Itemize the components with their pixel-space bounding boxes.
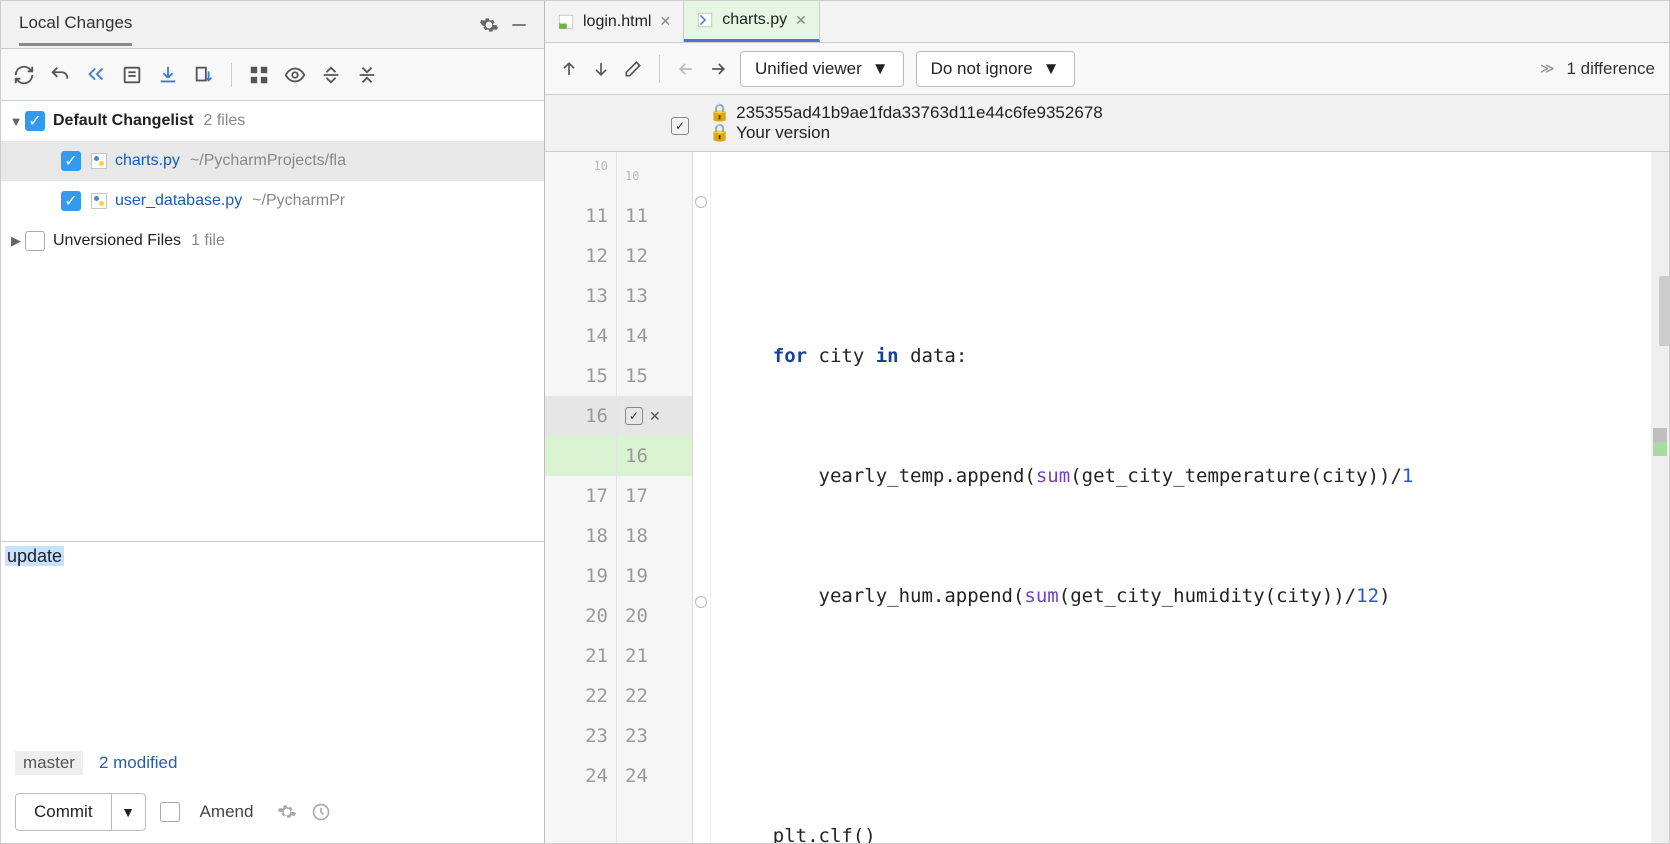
viewer-mode-select[interactable]: Unified viewer ▼ xyxy=(740,51,904,87)
file-row-userdb[interactable]: ✓ user_database.py ~/PycharmPr xyxy=(1,181,544,221)
changelist-row[interactable]: ▼ ✓ Default Changelist 2 files xyxy=(1,101,544,141)
unversioned-count: 1 file xyxy=(191,232,225,250)
modified-count[interactable]: 2 modified xyxy=(99,753,177,773)
commit-message-input[interactable]: update xyxy=(1,541,544,741)
file-path: ~/PycharmPr xyxy=(252,192,345,210)
file-checkbox[interactable]: ✓ xyxy=(61,191,81,211)
commit-message-text: update xyxy=(5,546,64,566)
lock-icon: 🔒 xyxy=(709,103,730,122)
rollback-icon[interactable] xyxy=(85,64,107,86)
tab-login[interactable]: login.html ✕ xyxy=(545,1,684,42)
amend-checkbox[interactable] xyxy=(160,802,180,822)
fold-marker-icon[interactable] xyxy=(695,196,707,208)
unversioned-checkbox[interactable] xyxy=(25,231,45,251)
commit-footer: Commit ▼ Amend xyxy=(1,785,544,843)
lock-icon: 🔒 xyxy=(709,123,730,142)
unversioned-label: Unversioned Files xyxy=(53,232,181,250)
local-changes-header: Local Changes xyxy=(1,1,544,49)
shelve-icon[interactable] xyxy=(157,64,179,86)
html-file-icon xyxy=(557,13,575,31)
history-icon[interactable] xyxy=(311,802,331,822)
changelist-label: Default Changelist xyxy=(53,112,193,130)
close-icon[interactable]: ✕ xyxy=(659,13,671,30)
branch-name: master xyxy=(15,751,83,775)
file-row-charts[interactable]: ✓ charts.py ~/PycharmProjects/fla xyxy=(1,141,544,181)
back-icon[interactable] xyxy=(676,59,696,79)
commit-button[interactable]: Commit ▼ xyxy=(15,793,146,831)
diff-toolbar: Unified viewer ▼ Do not ignore ▼ ≫ 1 dif… xyxy=(545,43,1669,95)
changelist-count: 2 files xyxy=(203,112,245,130)
ruler-marker-removed[interactable] xyxy=(1653,428,1667,442)
file-checkbox[interactable]: ✓ xyxy=(61,151,81,171)
branch-status: master 2 modified xyxy=(1,741,544,785)
ignore-mode-select[interactable]: Do not ignore ▼ xyxy=(916,51,1075,87)
forward-icon[interactable] xyxy=(708,59,728,79)
expand-icon[interactable] xyxy=(320,64,342,86)
your-version-label: Your version xyxy=(736,123,830,142)
close-icon[interactable]: ✕ xyxy=(795,12,807,29)
changelist-checkbox[interactable]: ✓ xyxy=(25,111,45,131)
diff-code-area[interactable]: 10 11 12 13 14 15 16 17 18 19 20 21 22 2… xyxy=(545,152,1669,843)
python-file-icon xyxy=(696,11,714,29)
discard-hunk-icon[interactable]: ✕ xyxy=(649,396,661,436)
gear-icon[interactable] xyxy=(277,802,297,822)
unversioned-row[interactable]: ▶ Unversioned Files 1 file xyxy=(1,221,544,261)
next-diff-icon[interactable] xyxy=(591,59,611,79)
include-all-checkbox[interactable] xyxy=(671,117,689,135)
difference-count: 1 difference xyxy=(1566,59,1655,79)
tab-charts[interactable]: charts.py ✕ xyxy=(684,1,820,42)
changelist-icon[interactable] xyxy=(193,64,215,86)
diff-icon[interactable] xyxy=(121,64,143,86)
chevron-down-icon: ▼ xyxy=(872,59,889,79)
ruler-marker-added[interactable] xyxy=(1653,442,1667,456)
collapse-icon[interactable] xyxy=(356,64,378,86)
fold-marker-icon[interactable] xyxy=(695,596,707,608)
group-icon[interactable] xyxy=(248,64,270,86)
chevron-down-icon: ▼ xyxy=(1043,59,1060,79)
gutter-left: 10 11 12 13 14 15 16 17 18 19 20 21 22 2… xyxy=(545,152,617,843)
local-changes-toolbar xyxy=(1,49,544,101)
editor-tabs: login.html ✕ charts.py ✕ xyxy=(545,1,1669,43)
editor-panel: login.html ✕ charts.py ✕ Unified viewer … xyxy=(545,1,1669,843)
minimize-icon[interactable] xyxy=(504,10,534,40)
local-changes-title: Local Changes xyxy=(19,13,132,46)
refresh-icon[interactable] xyxy=(13,64,35,86)
changes-tree: ▼ ✓ Default Changelist 2 files ✓ charts.… xyxy=(1,101,544,541)
chevron-down-icon[interactable]: ▼ xyxy=(7,114,25,129)
commit-dropdown-icon[interactable]: ▼ xyxy=(111,794,145,830)
file-path: ~/PycharmProjects/fla xyxy=(190,152,346,170)
diff-revision-header: 🔒 235355ad41b9ae1fda33763d11e44c6fe935267… xyxy=(545,95,1669,152)
overview-ruler[interactable] xyxy=(1651,152,1669,843)
file-name: charts.py xyxy=(115,152,180,170)
python-file-icon xyxy=(89,191,109,211)
gutter-right: 10 11 12 13 14 15 ✕ 16 17 18 19 20 21 22… xyxy=(617,152,693,843)
gear-icon[interactable] xyxy=(474,10,504,40)
file-name: user_database.py xyxy=(115,192,242,210)
local-changes-panel: Local Changes ▼ ✓ Default Changelist 2 f… xyxy=(1,1,545,843)
include-hunk-checkbox[interactable] xyxy=(625,407,643,425)
more-icon[interactable]: ≫ xyxy=(1540,60,1555,77)
revert-icon[interactable] xyxy=(49,64,71,86)
prev-diff-icon[interactable] xyxy=(559,59,579,79)
code-content: for city in data: yearly_temp.append(sum… xyxy=(711,152,1669,843)
fold-gutter xyxy=(693,152,711,843)
python-file-icon xyxy=(89,151,109,171)
chevron-right-icon[interactable]: ▶ xyxy=(7,233,25,249)
preview-icon[interactable] xyxy=(284,64,306,86)
edit-icon[interactable] xyxy=(623,59,643,79)
amend-label: Amend xyxy=(200,802,254,822)
revision-hash: 235355ad41b9ae1fda33763d11e44c6fe9352678 xyxy=(736,103,1103,122)
